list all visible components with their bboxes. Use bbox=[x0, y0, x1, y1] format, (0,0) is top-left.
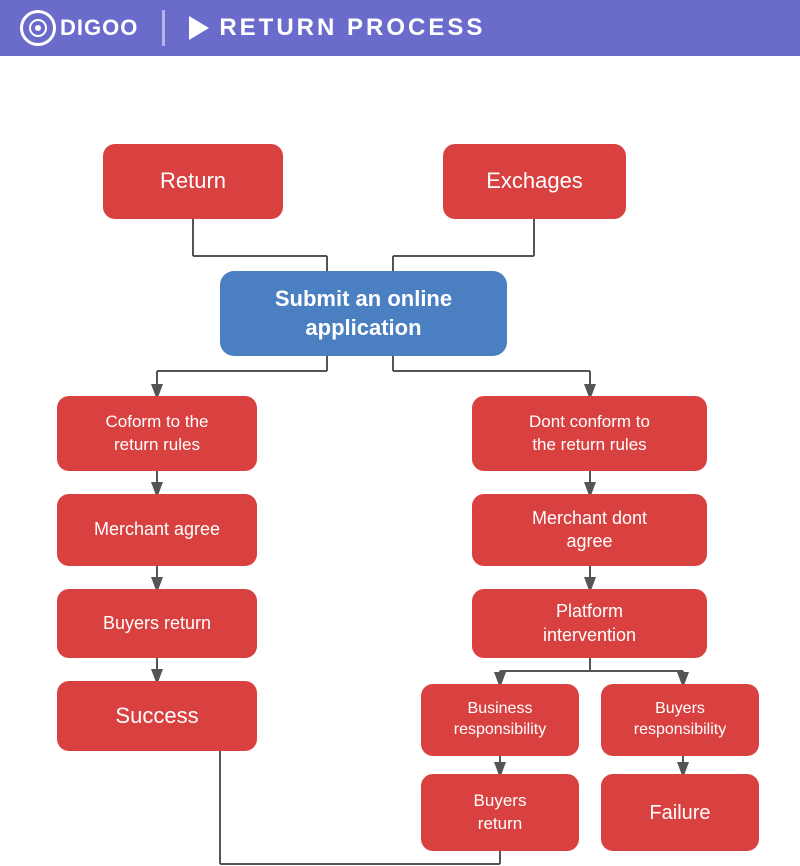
exchanges-box: Exchages bbox=[443, 144, 626, 219]
merchant-agree-box: Merchant agree bbox=[57, 494, 257, 566]
logo-circle bbox=[20, 10, 56, 46]
platform-box: Platform intervention bbox=[472, 589, 707, 658]
header-title: RETURN PROCESS bbox=[189, 14, 485, 42]
buyers-resp-box: Buyers responsibility bbox=[601, 684, 759, 756]
business-resp-box: Business responsibility bbox=[421, 684, 579, 756]
conform-box: Coform to the return rules bbox=[57, 396, 257, 471]
dont-conform-box: Dont conform to the return rules bbox=[472, 396, 707, 471]
title-text: RETURN PROCESS bbox=[219, 14, 485, 42]
header-divider bbox=[162, 10, 165, 46]
header: DIGOO RETURN PROCESS bbox=[0, 0, 800, 56]
submit-box: Submit an online application bbox=[220, 271, 507, 356]
success-box: Success bbox=[57, 681, 257, 751]
logo-text: DIGOO bbox=[60, 15, 138, 41]
logo: DIGOO bbox=[20, 10, 138, 46]
buyers-return-left-box: Buyers return bbox=[57, 589, 257, 658]
merchant-dont-box: Merchant dont agree bbox=[472, 494, 707, 566]
buyers-return-right-box: Buyers return bbox=[421, 774, 579, 851]
failure-box: Failure bbox=[601, 774, 759, 851]
return-box: Return bbox=[103, 144, 283, 219]
play-icon bbox=[189, 16, 209, 40]
diagram: Return Exchages Submit an online applica… bbox=[0, 56, 800, 866]
